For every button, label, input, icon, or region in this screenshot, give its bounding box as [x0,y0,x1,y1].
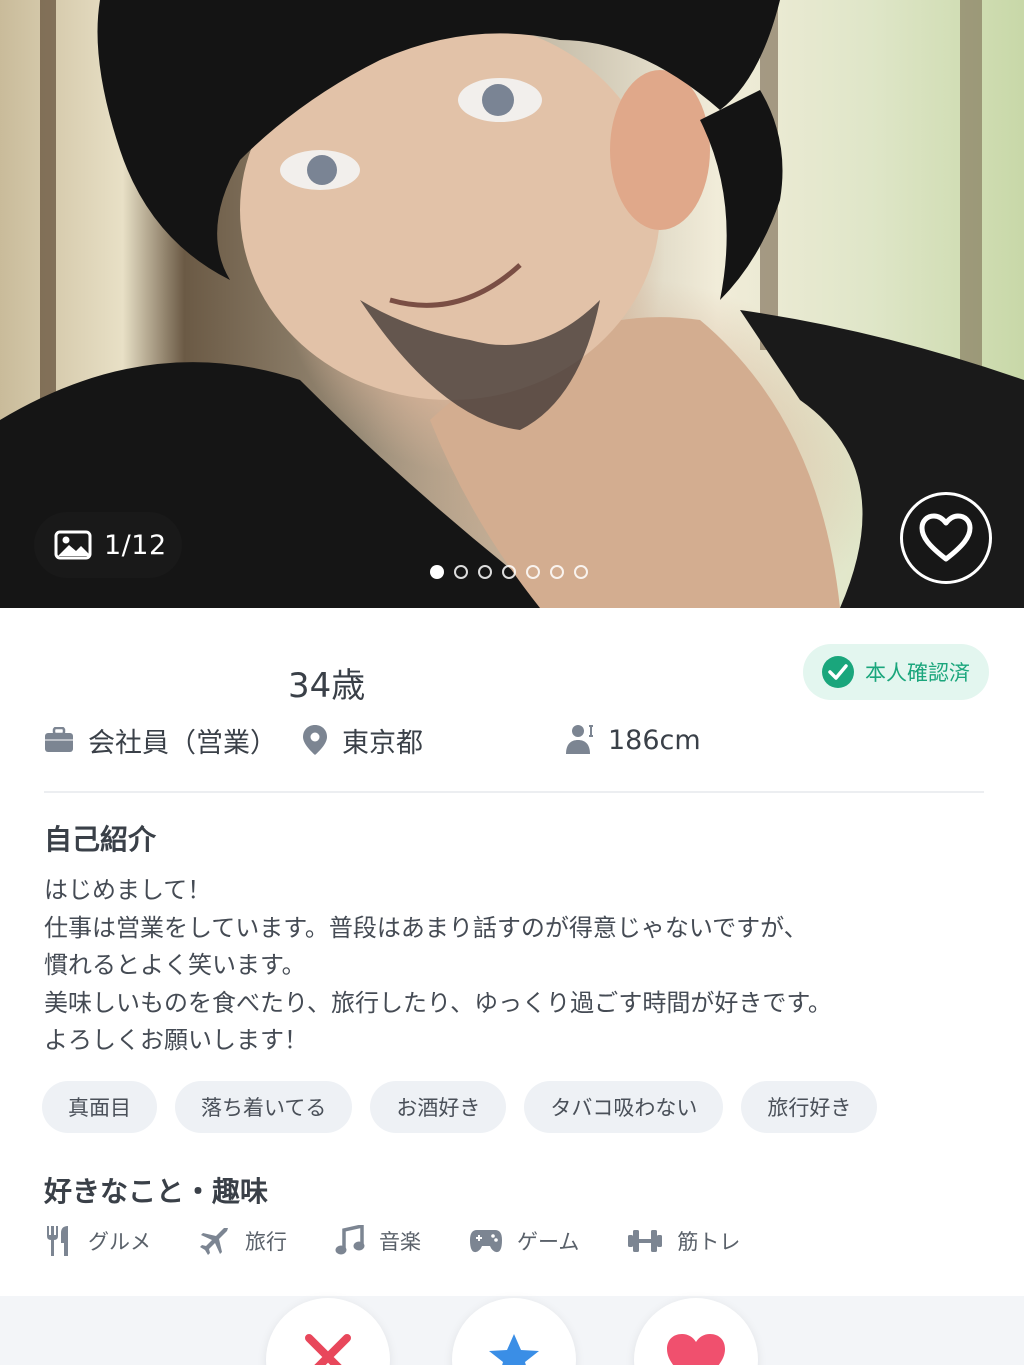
verified-badge: 本人確認済 [803,644,989,700]
intro-line: 慣れるとよく笑います。 [44,951,306,979]
intro-line: はじめまして！ [44,876,212,904]
fork-knife-icon [47,1226,68,1256]
page-dot[interactable] [550,565,564,579]
meta-job: 会社員（営業） [44,718,277,762]
intro-text: はじめまして！ 仕事は営業をしています。普段はあまり話すのが得意じゃないですが、… [44,872,984,1060]
tag-chip[interactable]: 落ち着いてる [175,1081,353,1133]
person-height-icon [566,725,593,754]
intro-title: 自己紹介 [44,823,157,856]
intro-line: 仕事は営業をしています。普段はあまり話すのが得意じゃないですが、 [44,913,808,942]
music-note-icon [335,1225,365,1255]
hobby-item: 旅行 [199,1220,287,1262]
hobby-label: 音楽 [379,1230,421,1254]
favorite-button[interactable] [900,492,992,584]
gallery-icon [54,530,92,560]
tag-chip[interactable]: お酒好き [370,1081,507,1133]
hobby-label: グルメ [88,1230,151,1254]
page-dot[interactable] [502,565,516,579]
section-divider [44,791,984,793]
personality-tags: 真面目 落ち着いてる お酒好き タバコ吸わない 旅行好き [42,1081,878,1133]
profile-age: 34歳 [288,666,366,706]
page-dot[interactable] [454,565,468,579]
airplane-icon [200,1228,228,1255]
hobbies-list: グルメ 旅行 音楽 ゲーム 筋トレ [44,1220,788,1262]
check-circle-icon [822,656,854,688]
photo-counter-badge[interactable]: 1/12 [34,512,182,578]
briefcase-icon [45,727,73,752]
job-text: 会社員（営業） [88,727,277,759]
star-icon [489,1334,539,1365]
heart-outline-icon [919,513,973,562]
hobby-label: ゲーム [517,1230,580,1254]
hobby-label: 筋トレ [677,1230,741,1254]
dumbbell-icon [628,1230,663,1252]
photo-page-dots[interactable] [430,565,588,579]
heart-icon [667,1334,725,1365]
hobby-label: 旅行 [245,1230,287,1254]
page-dot[interactable] [526,565,540,579]
tag-chip[interactable]: タバコ吸わない [524,1081,724,1133]
location-text: 東京都 [342,727,423,759]
verified-label: 本人確認済 [865,661,970,685]
photo-counter: 1/12 [104,529,167,561]
meta-height: 186cm [564,718,701,762]
tag-chip[interactable]: 真面目 [42,1081,157,1133]
tag-chip[interactable]: 旅行好き [741,1081,878,1133]
gamepad-icon [470,1230,502,1253]
intro-line: 美味しいものを食べたり、旅行したり、ゆっくり過ごす時間が好きです。 [44,988,832,1017]
hobby-item: 筋トレ [627,1220,740,1262]
hobby-item: グルメ [44,1220,151,1262]
hobbies-title: 好きなこと・趣味 [44,1175,269,1208]
hobby-item: 音楽 [335,1220,421,1262]
meta-location: 東京都 [302,718,423,762]
height-text: 186cm [608,724,701,756]
hobby-item: ゲーム [469,1220,579,1262]
profile-meta: 会社員（営業） 東京都 186cm [44,718,984,762]
profile-photo[interactable]: 1/12 [0,0,1024,608]
location-pin-icon [303,725,327,755]
intro-line: よろしくお願いします！ [44,1026,308,1054]
close-icon [305,1334,351,1365]
page-dot[interactable] [478,565,492,579]
page-dot[interactable] [430,565,444,579]
page-dot[interactable] [574,565,588,579]
